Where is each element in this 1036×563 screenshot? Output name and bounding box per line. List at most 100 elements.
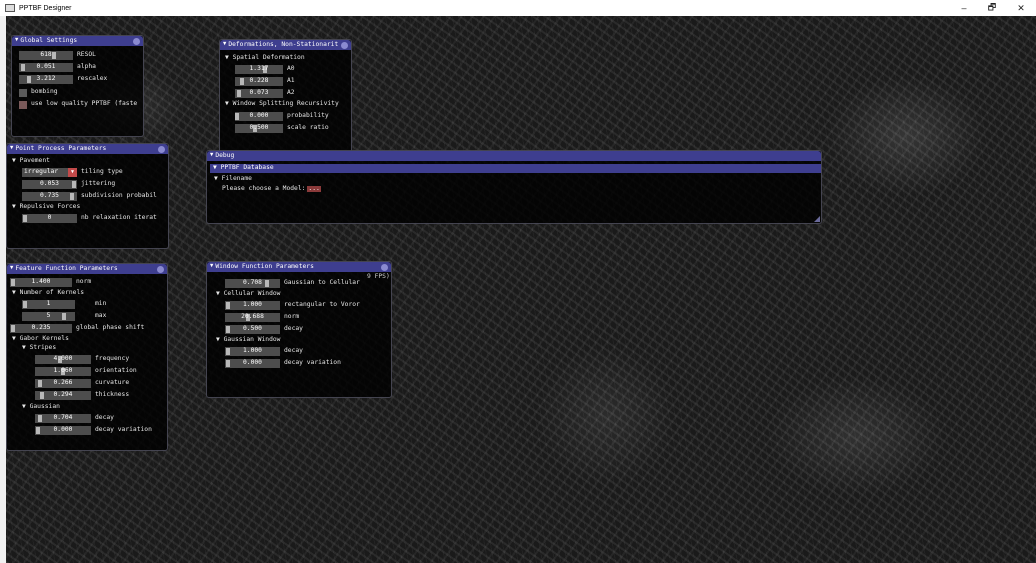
jittering-row: 0.053 jittering — [22, 180, 115, 189]
tiling-type-label: tiling type — [81, 168, 123, 176]
gaussian-node[interactable]: ▼ Gaussian — [22, 403, 60, 410]
window-splitting-node[interactable]: ▼ Window Splitting Recursivity — [225, 100, 339, 107]
orientation-row: 1.060 orientation — [35, 367, 137, 376]
pavement-node[interactable]: ▼ Pavement — [12, 157, 50, 164]
decay-variation-slider[interactable]: 0.000 — [35, 426, 91, 435]
alpha-slider[interactable]: 0.051 — [19, 63, 73, 72]
choose-model-row: Please choose a Model:... — [222, 185, 321, 193]
curvature-label: curvature — [95, 379, 130, 387]
gaussian-to-cellular-slider[interactable]: 0.708 — [225, 279, 280, 288]
resize-grip-icon[interactable] — [814, 216, 820, 222]
rescalex-slider[interactable]: 3.212 — [19, 75, 73, 84]
a2-slider[interactable]: 0.073 — [235, 89, 283, 98]
subdivision-row: 0.735 subdivision probabil — [22, 192, 157, 201]
max-row: 5 max — [22, 312, 106, 321]
decay-variation-row: 0.000 decay variation — [35, 426, 152, 435]
a0-slider[interactable]: 1.317 — [235, 65, 283, 74]
feature-function-header[interactable]: ▼ Feature Function Parameters — [7, 264, 167, 274]
filename-node[interactable]: ▼ Filename — [214, 175, 252, 182]
bombing-checkbox[interactable] — [19, 88, 27, 97]
min-slider[interactable]: 1 — [22, 300, 75, 309]
norm-row: 1.400 norm — [10, 278, 91, 287]
point-process-panel: ▼ Point Process Parameters ▼ Pavement ir… — [6, 143, 169, 249]
a0-label: A0 — [287, 65, 295, 73]
debug-header[interactable]: ▼ Debug — [207, 151, 821, 161]
gauss-decay-slider[interactable]: 1.000 — [225, 347, 280, 356]
chevron-down-icon[interactable]: ▼ — [68, 168, 77, 177]
fps-overlay-text: 9 FPS) — [367, 273, 390, 280]
pptbf-database-header[interactable]: ▼ PPTBF Database — [210, 164, 821, 173]
frequency-label: frequency — [95, 355, 130, 363]
close-panel-icon[interactable] — [133, 38, 140, 45]
deformations-header[interactable]: ▼ Deformations, Non-Stationarit — [220, 40, 351, 50]
alpha-label: alpha — [77, 63, 96, 71]
collapse-arrow-icon[interactable]: ▼ — [223, 42, 226, 48]
a1-slider[interactable]: 0.228 — [235, 77, 283, 86]
rect-to-voronoi-label: rectangular to Voror — [284, 301, 360, 309]
scale-ratio-slider[interactable]: 0.500 — [235, 124, 283, 133]
render-viewport[interactable]: ▼ Global Settings 618 RESOL 0.051 alpha … — [6, 16, 1036, 563]
resol-slider[interactable]: 618 — [19, 51, 73, 60]
gauss-decay-variation-slider[interactable]: 0.000 — [225, 359, 280, 368]
low-quality-checkbox[interactable] — [19, 100, 27, 109]
tiling-type-dropdown[interactable]: irregular ▼ — [22, 168, 77, 177]
close-panel-icon[interactable] — [341, 42, 348, 49]
cell-norm-label: norm — [284, 313, 300, 321]
cell-decay-row: 0.500 decay — [225, 325, 303, 334]
a2-row: 0.073 A2 — [235, 89, 295, 98]
curvature-row: 0.266 curvature — [35, 379, 129, 388]
rescalex-label: rescalex — [77, 75, 108, 83]
gaussian-window-node[interactable]: ▼ Gaussian Window — [216, 336, 280, 343]
close-icon[interactable]: ✕ — [1010, 0, 1032, 16]
probability-row: 0.000 probability — [235, 112, 329, 121]
cellular-window-node[interactable]: ▼ Cellular Window — [216, 290, 280, 297]
thickness-slider[interactable]: 0.294 — [35, 391, 91, 400]
cell-decay-label: decay — [284, 325, 303, 333]
point-process-header[interactable]: ▼ Point Process Parameters — [7, 144, 168, 154]
rect-to-voronoi-row: 1.000 rectangular to Voror — [225, 301, 360, 310]
spatial-deformation-node[interactable]: ▼ Spatial Deformation — [225, 54, 305, 61]
probability-label: probability — [287, 112, 329, 120]
a1-row: 0.228 A1 — [235, 77, 295, 86]
curvature-slider[interactable]: 0.266 — [35, 379, 91, 388]
number-of-kernels-node[interactable]: ▼ Number of Kernels — [12, 289, 84, 296]
close-panel-icon[interactable] — [158, 146, 165, 153]
cell-decay-slider[interactable]: 0.500 — [225, 325, 280, 334]
choose-model-label: Please choose a Model: — [222, 185, 306, 192]
close-panel-icon[interactable] — [381, 264, 388, 271]
gabor-kernels-node[interactable]: ▼ Gabor Kernels — [12, 335, 69, 342]
window-function-header[interactable]: ▼ Window Function Parameters — [207, 262, 391, 272]
phase-slider[interactable]: 0.235 — [10, 324, 72, 333]
relaxation-slider[interactable]: 0 — [22, 214, 77, 223]
stripes-node[interactable]: ▼ Stripes — [22, 344, 56, 351]
gaussian-to-cellular-label: Gaussian to Cellular — [284, 279, 360, 287]
collapse-arrow-icon[interactable]: ▼ — [210, 153, 213, 159]
jittering-slider[interactable]: 0.053 — [22, 180, 77, 189]
decay-slider[interactable]: 0.704 — [35, 414, 91, 423]
frequency-slider[interactable]: 4.000 — [35, 355, 91, 364]
probability-slider[interactable]: 0.000 — [235, 112, 283, 121]
collapse-arrow-icon[interactable]: ▼ — [10, 266, 13, 272]
browse-model-button[interactable]: ... — [307, 185, 321, 193]
max-slider[interactable]: 5 — [22, 312, 75, 321]
repulsive-forces-node[interactable]: ▼ Repulsive Forces — [12, 203, 80, 210]
global-settings-header[interactable]: ▼ Global Settings — [12, 36, 143, 46]
app-icon — [5, 4, 15, 12]
decay-row: 0.704 decay — [35, 414, 114, 423]
orientation-slider[interactable]: 1.060 — [35, 367, 91, 376]
rect-to-voronoi-slider[interactable]: 1.000 — [225, 301, 280, 310]
close-panel-icon[interactable] — [157, 266, 164, 273]
gauss-decay-row: 1.000 decay — [225, 347, 303, 356]
maximize-icon[interactable]: 🗗 — [981, 0, 1003, 16]
minimize-icon[interactable]: – — [953, 0, 975, 16]
collapse-arrow-icon[interactable]: ▼ — [10, 146, 13, 152]
a0-row: 1.317 A0 — [235, 65, 295, 74]
thickness-row: 0.294 thickness — [35, 391, 129, 400]
orientation-label: orientation — [95, 367, 137, 375]
scale-ratio-label: scale ratio — [287, 124, 329, 132]
subdivision-slider[interactable]: 0.735 — [22, 192, 77, 201]
collapse-arrow-icon[interactable]: ▼ — [210, 264, 213, 270]
cell-norm-slider[interactable]: 20.688 — [225, 313, 280, 322]
collapse-arrow-icon[interactable]: ▼ — [15, 38, 18, 44]
norm-slider[interactable]: 1.400 — [10, 278, 72, 287]
